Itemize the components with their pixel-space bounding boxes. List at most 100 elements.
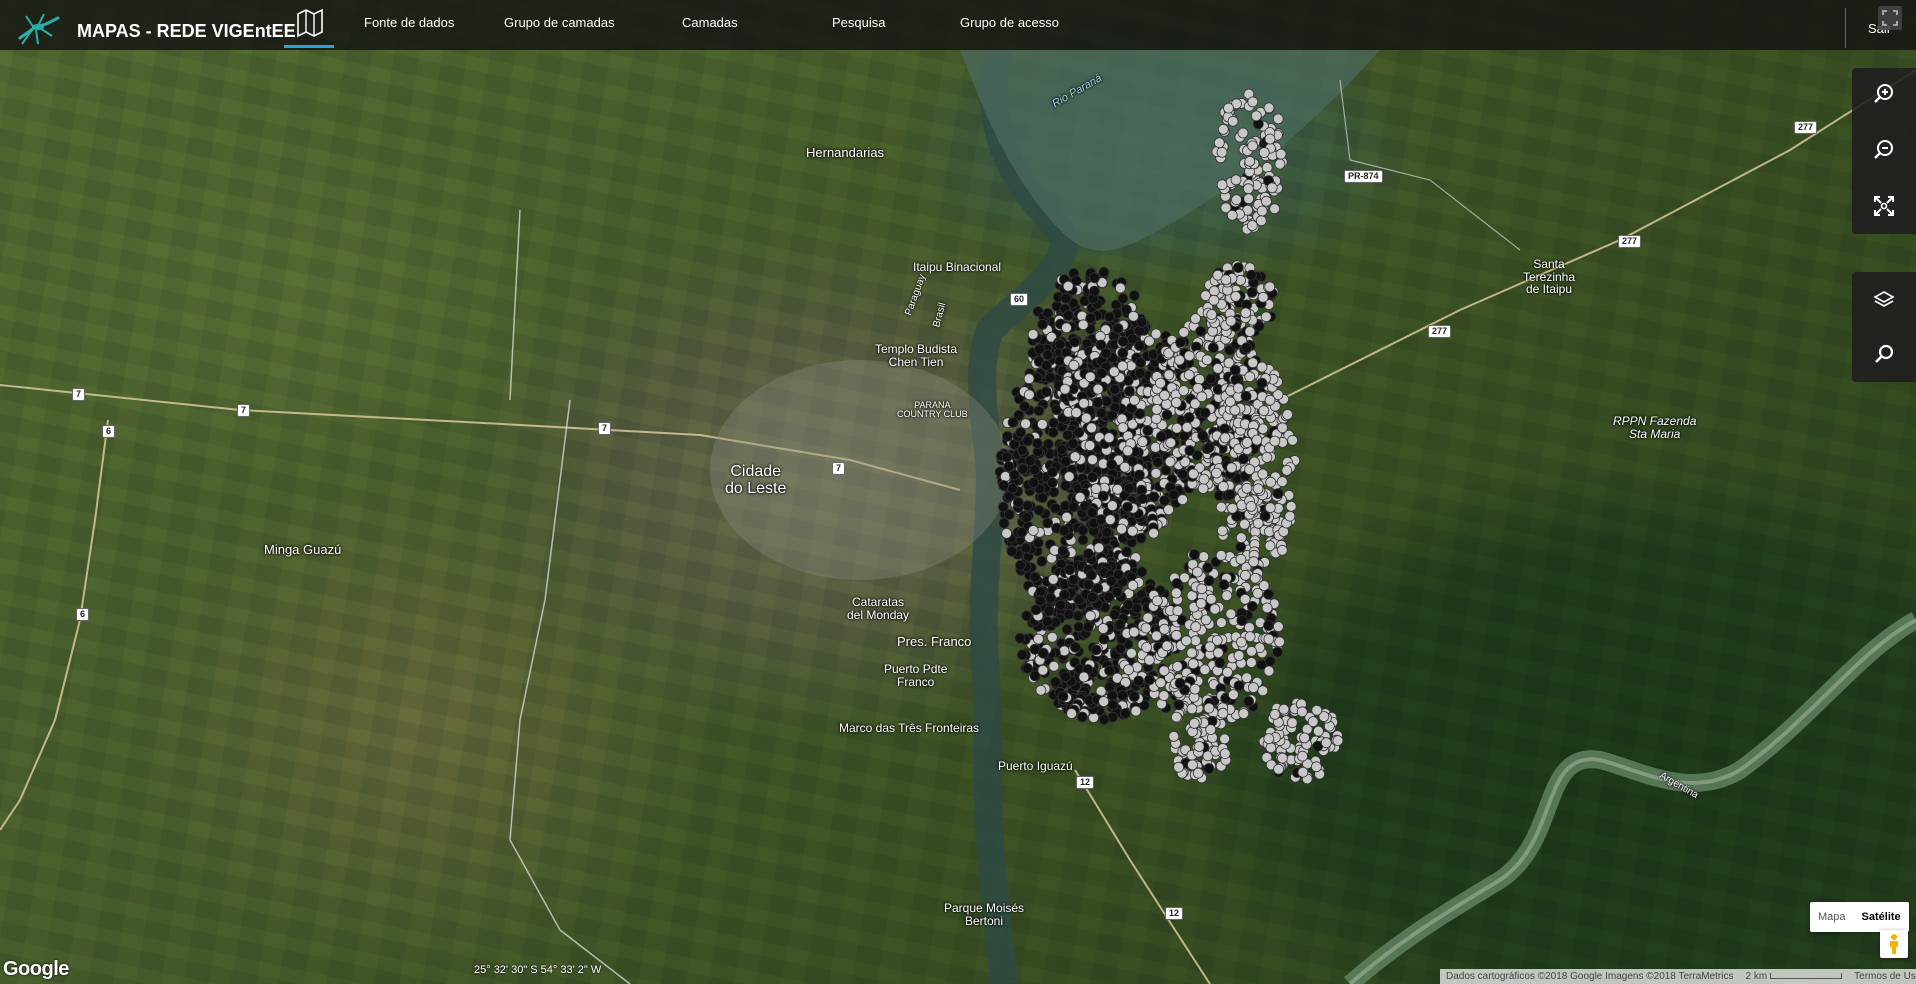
map-point[interactable] bbox=[1142, 425, 1154, 437]
nav-pesquisa[interactable]: Pesquisa bbox=[832, 15, 885, 30]
map-point[interactable] bbox=[1189, 683, 1201, 695]
map-point[interactable] bbox=[1076, 711, 1088, 723]
map-point[interactable] bbox=[1217, 525, 1228, 537]
map-point[interactable] bbox=[1235, 532, 1247, 544]
map-point[interactable] bbox=[1278, 703, 1290, 715]
map-point[interactable] bbox=[1073, 426, 1085, 438]
map-point[interactable] bbox=[1207, 342, 1219, 354]
map-point[interactable] bbox=[1276, 544, 1288, 556]
map-point[interactable] bbox=[1029, 464, 1041, 476]
map-point[interactable] bbox=[1247, 140, 1258, 152]
attribution-text[interactable]: Dados cartográficos ©2018 Google Imagens… bbox=[1440, 971, 1739, 982]
map-point[interactable] bbox=[1073, 621, 1085, 633]
map-point[interactable] bbox=[1128, 626, 1140, 638]
map-point[interactable] bbox=[1044, 372, 1056, 384]
map-point[interactable] bbox=[1241, 437, 1253, 448]
map-point[interactable] bbox=[1048, 660, 1060, 672]
map-point[interactable] bbox=[1046, 631, 1058, 643]
map-point[interactable] bbox=[1059, 589, 1070, 601]
map-point[interactable] bbox=[1063, 471, 1075, 483]
map-point[interactable] bbox=[1183, 350, 1195, 362]
map-point[interactable] bbox=[1035, 684, 1047, 696]
map-point[interactable] bbox=[1159, 495, 1170, 506]
map-point[interactable] bbox=[1089, 285, 1100, 297]
map-point[interactable] bbox=[1296, 706, 1308, 718]
map-point[interactable] bbox=[1217, 481, 1229, 492]
map-point[interactable] bbox=[1042, 616, 1053, 627]
map-point[interactable] bbox=[1214, 657, 1226, 669]
map-point[interactable] bbox=[1083, 579, 1094, 590]
map-point[interactable] bbox=[1272, 113, 1284, 125]
map-point[interactable] bbox=[1272, 646, 1283, 658]
map-point[interactable] bbox=[1134, 469, 1145, 481]
map-point[interactable] bbox=[1032, 537, 1044, 549]
nav-grupo-de-camadas[interactable]: Grupo de camadas bbox=[504, 15, 615, 30]
map-point[interactable] bbox=[1212, 647, 1224, 659]
map-point[interactable] bbox=[1158, 665, 1170, 677]
map-point[interactable] bbox=[1103, 432, 1115, 444]
map-point[interactable] bbox=[1264, 656, 1276, 667]
map-point[interactable] bbox=[1002, 430, 1013, 442]
map-point[interactable] bbox=[1128, 691, 1140, 702]
map-point[interactable] bbox=[1092, 397, 1104, 408]
map-point[interactable] bbox=[1261, 602, 1273, 614]
map-point[interactable] bbox=[1015, 559, 1026, 571]
map-point[interactable] bbox=[1061, 511, 1073, 523]
map-point[interactable] bbox=[1255, 215, 1267, 227]
map-point[interactable] bbox=[1235, 541, 1246, 553]
map-point[interactable] bbox=[1020, 418, 1031, 430]
map-point[interactable] bbox=[1037, 318, 1048, 330]
map-point[interactable] bbox=[1087, 471, 1098, 483]
map-point[interactable] bbox=[1244, 371, 1256, 383]
map-point[interactable] bbox=[1064, 564, 1076, 576]
map-point[interactable] bbox=[1218, 579, 1230, 591]
map-point[interactable] bbox=[1033, 633, 1044, 645]
map-point[interactable] bbox=[1244, 326, 1256, 337]
map-point[interactable] bbox=[1127, 580, 1139, 591]
map-type-mapa[interactable]: Mapa bbox=[1810, 902, 1854, 932]
map-point[interactable] bbox=[1251, 434, 1263, 446]
map-point[interactable] bbox=[1286, 717, 1298, 729]
map-point[interactable] bbox=[1136, 566, 1148, 578]
map-point[interactable] bbox=[1057, 545, 1069, 557]
map-point[interactable] bbox=[1152, 456, 1164, 468]
map-point[interactable] bbox=[1077, 319, 1089, 331]
map-point[interactable] bbox=[1128, 290, 1140, 301]
map-point[interactable] bbox=[1090, 644, 1102, 656]
map-point[interactable] bbox=[1222, 666, 1233, 678]
map-point[interactable] bbox=[1219, 748, 1231, 759]
map-point[interactable] bbox=[1016, 649, 1028, 661]
map-point[interactable] bbox=[1029, 571, 1041, 583]
map-point[interactable] bbox=[1117, 336, 1129, 347]
map-point[interactable] bbox=[1045, 592, 1057, 604]
map-point[interactable] bbox=[1246, 269, 1257, 281]
map-point[interactable] bbox=[1104, 514, 1116, 525]
map-point[interactable] bbox=[1077, 524, 1089, 536]
map-point[interactable] bbox=[1205, 593, 1217, 605]
map-point[interactable] bbox=[1232, 262, 1244, 274]
map-point[interactable] bbox=[1033, 504, 1045, 516]
map-point[interactable] bbox=[1115, 643, 1126, 655]
map-point[interactable] bbox=[1198, 473, 1210, 485]
map-point[interactable] bbox=[1276, 476, 1288, 488]
map-point[interactable] bbox=[1034, 343, 1045, 355]
map-point[interactable] bbox=[1263, 733, 1275, 744]
map-point[interactable] bbox=[1015, 426, 1026, 438]
map-point[interactable] bbox=[1297, 766, 1309, 778]
map-point[interactable] bbox=[1161, 640, 1173, 652]
map-point[interactable] bbox=[1248, 682, 1259, 693]
map-point[interactable] bbox=[1061, 322, 1072, 334]
map-point[interactable] bbox=[1001, 528, 1012, 539]
map-point[interactable] bbox=[1277, 752, 1288, 764]
search-button[interactable] bbox=[1866, 336, 1902, 372]
map-point[interactable] bbox=[1198, 551, 1210, 562]
map-point[interactable] bbox=[1250, 110, 1262, 122]
map-point[interactable] bbox=[1085, 610, 1096, 622]
map-point[interactable] bbox=[1192, 566, 1203, 578]
map-point[interactable] bbox=[1062, 429, 1074, 441]
map-point[interactable] bbox=[1208, 294, 1220, 306]
nav-camadas[interactable]: Camadas bbox=[682, 15, 738, 30]
map-point[interactable] bbox=[1204, 641, 1216, 653]
map-point[interactable] bbox=[1216, 617, 1227, 628]
map-point[interactable] bbox=[1119, 461, 1131, 473]
